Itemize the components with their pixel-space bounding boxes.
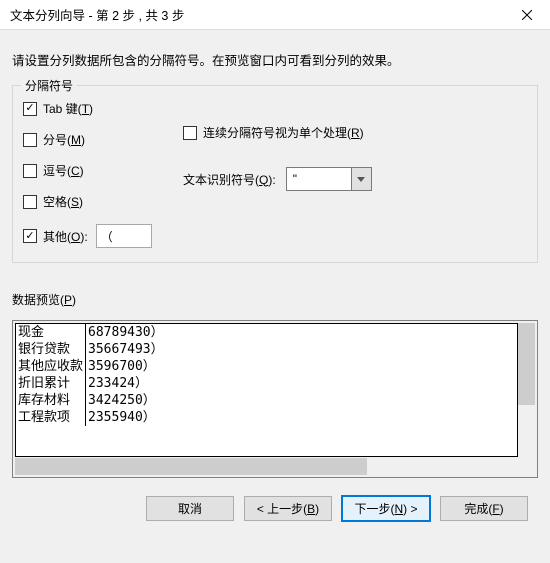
tab-checkbox[interactable] xyxy=(23,102,37,116)
instruction-text: 请设置分列数据所包含的分隔符号。在预览窗口内可看到分列的效果。 xyxy=(12,50,538,69)
vertical-scrollbar[interactable] xyxy=(518,323,535,457)
preview-cell: 折旧累计 xyxy=(16,375,86,392)
consecutive-checkbox[interactable] xyxy=(183,126,197,140)
preview-cell: 其他应收款 xyxy=(16,358,86,375)
qualifier-value[interactable]: " xyxy=(287,168,351,190)
preview-cell: 银行贷款 xyxy=(16,341,86,358)
preview-cell: 3424250） xyxy=(86,392,166,409)
space-label: 空格(S) xyxy=(43,193,83,210)
consecutive-checkbox-row[interactable]: 连续分隔符号视为单个处理(R) xyxy=(183,124,372,141)
qualifier-dropdown-button[interactable] xyxy=(351,168,371,190)
window-title: 文本分列向导 - 第 2 步 , 共 3 步 xyxy=(10,5,184,24)
scroll-corner xyxy=(518,458,535,475)
text-qualifier-row: 文本识别符号(Q): " xyxy=(183,167,372,191)
preview-cell: 3596700） xyxy=(86,358,166,375)
preview-cell: 233424） xyxy=(86,375,166,392)
close-button[interactable] xyxy=(504,0,550,30)
semicolon-checkbox-row[interactable]: 分号(M) xyxy=(23,131,183,148)
table-row: 现金68789430） xyxy=(16,324,166,341)
comma-checkbox[interactable] xyxy=(23,164,37,178)
horizontal-scroll-thumb[interactable] xyxy=(15,458,367,475)
space-checkbox[interactable] xyxy=(23,195,37,209)
titlebar: 文本分列向导 - 第 2 步 , 共 3 步 xyxy=(0,0,550,30)
cancel-button[interactable]: 取消 xyxy=(146,496,234,521)
horizontal-scrollbar[interactable] xyxy=(15,458,535,475)
delimiters-group: 分隔符号 Tab 键(T) 分号(M) 逗号(C) 空格(S) xyxy=(12,85,538,263)
tab-checkbox-row[interactable]: Tab 键(T) xyxy=(23,100,183,117)
other-label: 其他(O): xyxy=(43,228,88,245)
vertical-scroll-thumb[interactable] xyxy=(518,323,535,405)
other-delimiter-input[interactable]: （ xyxy=(96,224,152,248)
other-checkbox[interactable] xyxy=(23,229,37,243)
preview-cell: 库存材料 xyxy=(16,392,86,409)
space-checkbox-row[interactable]: 空格(S) xyxy=(23,193,183,210)
delimiter-options-right: 连续分隔符号视为单个处理(R) 文本识别符号(Q): " xyxy=(183,100,372,191)
qualifier-combobox[interactable]: " xyxy=(286,167,372,191)
next-button[interactable]: 下一步(N) > xyxy=(342,496,430,521)
table-row: 折旧累计233424） xyxy=(16,375,166,392)
button-row: 取消 < 上一步(B) 下一步(N) > 完成(F) xyxy=(12,478,538,521)
comma-checkbox-row[interactable]: 逗号(C) xyxy=(23,162,183,179)
consecutive-label: 连续分隔符号视为单个处理(R) xyxy=(203,124,364,141)
preview-cell: 35667493） xyxy=(86,341,166,358)
preview-cell: 2355940） xyxy=(86,409,166,426)
close-icon xyxy=(522,10,532,20)
qualifier-label: 文本识别符号(Q): xyxy=(183,171,276,188)
table-row: 银行贷款35667493） xyxy=(16,341,166,358)
back-button[interactable]: < 上一步(B) xyxy=(244,496,332,521)
preview-table: 现金68789430） 银行贷款35667493） 其他应收款3596700） … xyxy=(15,323,518,457)
other-checkbox-row[interactable]: 其他(O): （ xyxy=(23,224,183,248)
preview-cell: 工程款项 xyxy=(16,409,86,426)
chevron-down-icon xyxy=(357,177,365,182)
comma-label: 逗号(C) xyxy=(43,162,84,179)
preview-cell: 现金 xyxy=(16,324,86,341)
finish-button[interactable]: 完成(F) xyxy=(440,496,528,521)
delimiters-legend: 分隔符号 xyxy=(21,77,77,94)
table-row: 工程款项2355940） xyxy=(16,409,166,426)
preview-label: 数据预览(P) xyxy=(12,291,538,308)
tab-label: Tab 键(T) xyxy=(43,100,93,117)
semicolon-checkbox[interactable] xyxy=(23,133,37,147)
semicolon-label: 分号(M) xyxy=(43,131,85,148)
delimiter-options-left: Tab 键(T) 分号(M) 逗号(C) 空格(S) 其他(O): xyxy=(23,100,183,248)
preview-box: 现金68789430） 银行贷款35667493） 其他应收款3596700） … xyxy=(12,320,538,478)
table-row: 库存材料3424250） xyxy=(16,392,166,409)
table-row: 其他应收款3596700） xyxy=(16,358,166,375)
preview-cell: 68789430） xyxy=(86,324,166,341)
dialog-body: 请设置分列数据所包含的分隔符号。在预览窗口内可看到分列的效果。 分隔符号 Tab… xyxy=(0,30,550,529)
